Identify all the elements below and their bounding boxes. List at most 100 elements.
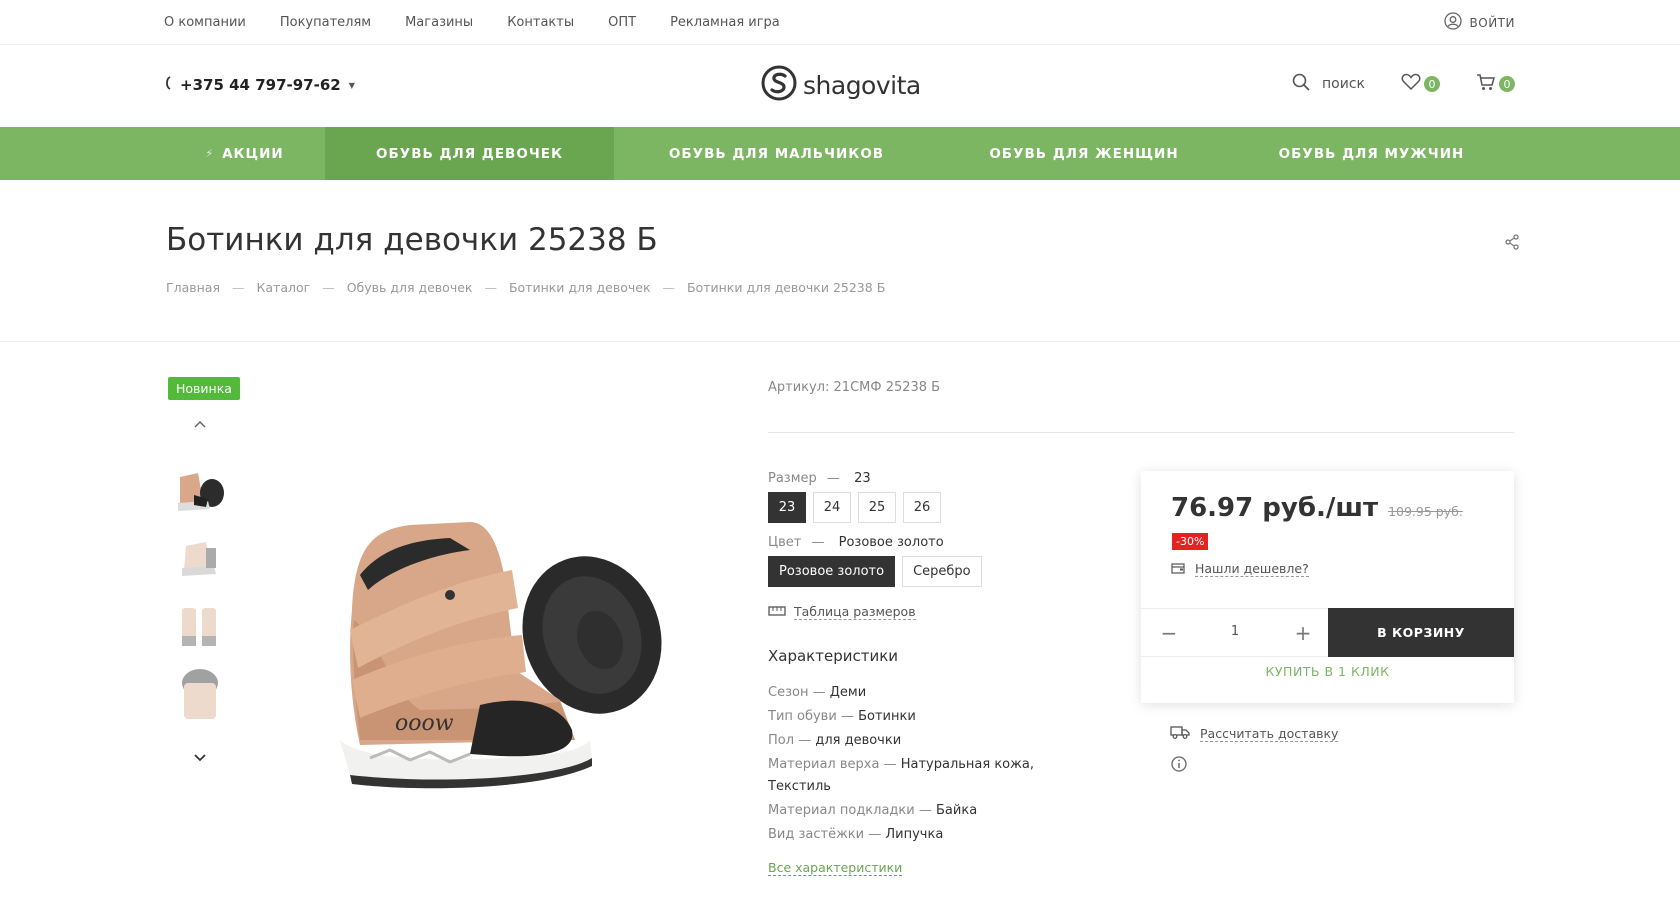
separator: — [918, 803, 932, 818]
char-key: Сезон [768, 685, 809, 700]
info-icon[interactable] [1171, 756, 1187, 776]
phone-number: +375 44 797-97-62 [180, 76, 341, 94]
separator: — [868, 827, 882, 842]
share-button[interactable] [1504, 234, 1520, 254]
char-value: Байка [936, 803, 978, 818]
size-option-25[interactable]: 25 [858, 492, 896, 523]
size-label: Размер [768, 471, 817, 486]
found-cheaper-link[interactable]: Нашли дешевле? [1171, 561, 1309, 577]
nav-item-label: ОБУВЬ ДЛЯ ДЕВОЧЕК [376, 145, 563, 162]
breadcrumb-separator: — [484, 280, 497, 295]
char-row-gender: Пол — для девочки [768, 730, 1068, 752]
chevron-down-icon: ▼ [348, 80, 355, 90]
size-table-label: Таблица размеров [794, 604, 916, 620]
separator: — [883, 757, 897, 772]
login-link[interactable]: ВОЙТИ [1443, 12, 1515, 33]
quantity-decrease-button[interactable]: − [1157, 621, 1181, 645]
size-option-24[interactable]: 24 [813, 492, 851, 523]
thumbnail-4[interactable] [170, 665, 230, 720]
chevron-down-icon [193, 748, 207, 767]
boot-thumbnail-icon [182, 608, 216, 646]
breadcrumb-current: Ботинки для девочки 25238 Б [687, 280, 886, 295]
breadcrumb-girls-boots[interactable]: Ботинки для девочек [509, 280, 651, 295]
top-link-ad-game[interactable]: Рекламная игра [670, 15, 780, 30]
nav-item-men[interactable]: ОБУВЬ ДЛЯ МУЖЧИН [1229, 127, 1514, 180]
top-link-wholesale[interactable]: ОПТ [608, 15, 636, 30]
article-number: Артикул: 21СМФ 25238 Б [768, 380, 941, 395]
buy-one-click-button[interactable]: КУПИТЬ В 1 КЛИК [1141, 664, 1514, 679]
quantity-input[interactable]: 1 [1225, 624, 1245, 639]
breadcrumb-home[interactable]: Главная [166, 280, 220, 295]
char-key: Вид застёжки [768, 827, 865, 842]
share-icon [1504, 234, 1520, 254]
separator: — [811, 535, 825, 550]
boot-image-icon: ooow [340, 522, 662, 789]
phone-link[interactable]: +375 44 797-97-62 ▼ [164, 76, 355, 94]
minus-icon: − [1160, 621, 1178, 645]
price-row: 76.97 руб./шт 109.95 руб. [1171, 493, 1463, 523]
top-link-stores[interactable]: Магазины [405, 15, 473, 30]
char-row-upper-material: Материал верха — Натуральная кожа, Текст… [768, 754, 1068, 798]
all-characteristics-link[interactable]: Все характеристики [768, 860, 903, 876]
characteristics-title: Характеристики [768, 647, 899, 665]
chevron-up-icon [193, 414, 207, 433]
color-label-row: Цвет — Розовое золото [768, 535, 944, 550]
heart-icon [1401, 73, 1421, 95]
phone-icon [164, 76, 172, 94]
char-value: Ботинки [858, 709, 916, 724]
plus-icon: + [1294, 621, 1312, 645]
size-option-23[interactable]: 23 [768, 492, 806, 523]
header-tools: поиск 0 0 [1292, 73, 1515, 95]
nav-item-women[interactable]: ОБУВЬ ДЛЯ ЖЕНЩИН [939, 127, 1229, 180]
breadcrumb-girls-shoes[interactable]: Обувь для девочек [347, 280, 473, 295]
logo-mark-icon [761, 65, 797, 105]
boot-thumbnail-icon [182, 668, 218, 719]
calculate-delivery-link[interactable]: Рассчитать доставку [1170, 725, 1339, 742]
thumbnail-2[interactable] [170, 527, 230, 587]
nav-item-label: ОБУВЬ ДЛЯ ЖЕНЩИН [989, 145, 1179, 162]
wallet-icon [1171, 562, 1185, 577]
breadcrumb-catalog[interactable]: Каталог [257, 280, 311, 295]
cart-count: 0 [1499, 76, 1515, 92]
top-link-customers[interactable]: Покупателям [280, 15, 371, 30]
cart-button[interactable]: 0 [1476, 73, 1515, 95]
search-button[interactable]: поиск [1292, 73, 1365, 95]
char-key: Материал подкладки [768, 803, 915, 818]
thumbnail-1[interactable] [170, 460, 230, 520]
thumbs-next-button[interactable] [193, 748, 207, 767]
quantity-increase-button[interactable]: + [1291, 621, 1315, 645]
char-key: Тип обуви [768, 709, 837, 724]
discount-badge: -30% [1172, 533, 1209, 550]
boot-thumbnail-icon [178, 473, 224, 511]
char-row-fastener: Вид застёжки — Липучка [768, 824, 1068, 846]
nav-item-label: ОБУВЬ ДЛЯ МАЛЬЧИКОВ [668, 145, 885, 162]
top-link-contacts[interactable]: Контакты [507, 15, 574, 30]
new-badge: Новинка [168, 377, 240, 400]
top-links: О компании Покупателям Магазины Контакты… [164, 0, 814, 44]
ruler-icon [768, 605, 786, 620]
color-option-rose-gold[interactable]: Розовое золото [768, 556, 896, 587]
color-selected-value: Розовое золото [838, 535, 944, 550]
size-table-link[interactable]: Таблица размеров [768, 604, 916, 620]
price: 76.97 руб./шт [1171, 493, 1379, 523]
char-key: Пол [768, 733, 795, 748]
thumbs-prev-button[interactable] [193, 414, 207, 433]
logo-text: shagovita [803, 70, 921, 100]
thumbnail-3[interactable] [170, 597, 230, 657]
favorites-button[interactable]: 0 [1401, 73, 1440, 95]
product-image[interactable]: ooow [300, 440, 700, 840]
nav-item-boys[interactable]: ОБУВЬ ДЛЯ МАЛЬЧИКОВ [614, 127, 939, 180]
color-label: Цвет [768, 535, 802, 550]
nav-item-sales[interactable]: ⚡ АКЦИИ [164, 127, 325, 180]
nav-item-girls[interactable]: ОБУВЬ ДЛЯ ДЕВОЧЕК [325, 127, 614, 180]
nav-item-label: АКЦИИ [222, 145, 284, 162]
top-link-about[interactable]: О компании [164, 15, 246, 30]
color-option-silver[interactable]: Серебро [902, 556, 982, 587]
size-option-26[interactable]: 26 [903, 492, 941, 523]
header: +375 44 797-97-62 ▼ shagovita поиск 0 0 [0, 45, 1680, 127]
logo[interactable]: shagovita [761, 65, 921, 105]
truck-icon [1170, 725, 1190, 742]
separator: — [798, 733, 812, 748]
characteristics-list: Сезон — Деми Тип обуви — Ботинки Пол — д… [768, 682, 1068, 848]
add-to-cart-button[interactable]: В КОРЗИНУ [1328, 608, 1514, 657]
